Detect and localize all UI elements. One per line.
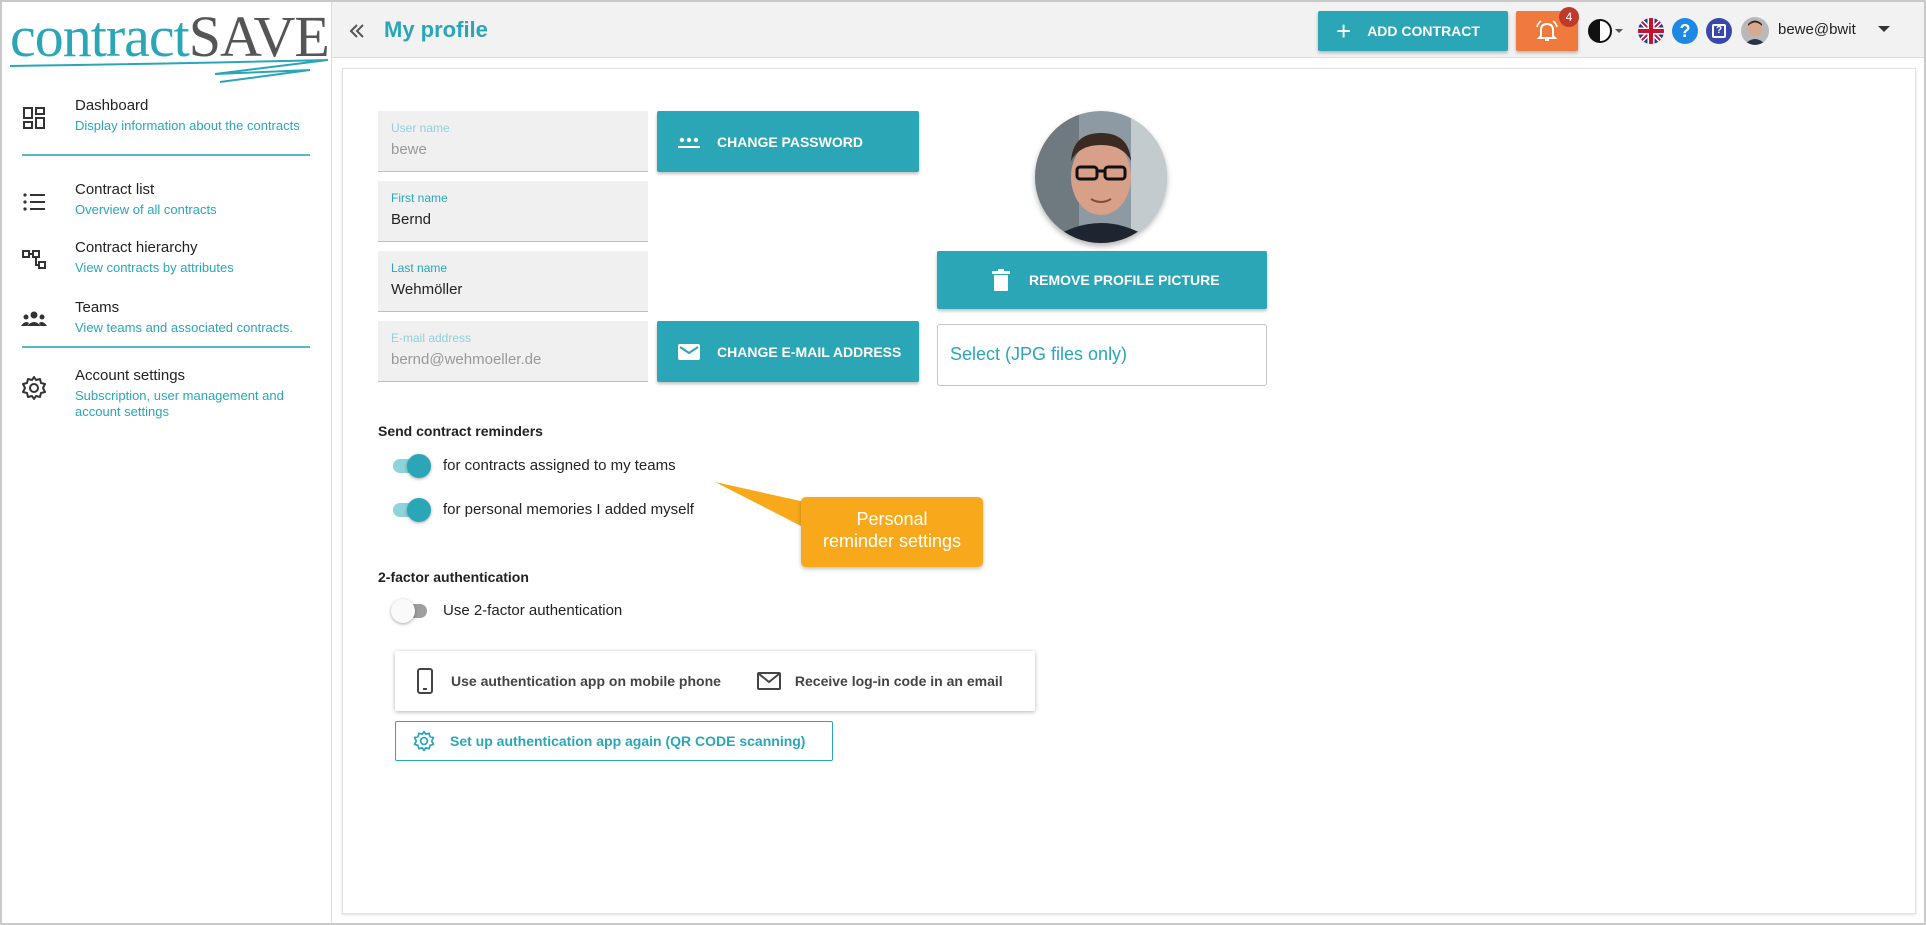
sidebar-item-sub: Display information about the contracts [75, 118, 300, 133]
email-label: E-mail address [391, 331, 472, 345]
reminders-title: Send contract reminders [378, 423, 543, 439]
plus-icon: + [1336, 16, 1352, 46]
lastname-field[interactable]: Last name Wehmöller [378, 251, 648, 312]
auth-option-email-label: Receive log-in code in an email [794, 673, 1003, 689]
callout-pointer [715, 482, 805, 527]
sidebar-item-sub: Subscription, user management and accoun… [75, 388, 284, 419]
reminder-teams-label: for contracts assigned to my teams [443, 456, 676, 474]
help-icon[interactable]: ? [1672, 18, 1698, 44]
personal-reminder-callout: Personal reminder settings [801, 497, 983, 567]
add-contract-button[interactable]: + ADD CONTRACT [1318, 11, 1508, 51]
page-title: My profile [384, 17, 488, 42]
uk-flag-icon[interactable] [1638, 18, 1664, 44]
sidebar-item-teams[interactable]: Teams View teams and associated contract… [2, 296, 332, 344]
logo-swoosh-icon [10, 59, 329, 83]
sidebar: contractSAVE Dashboard Display informati… [2, 2, 332, 923]
two-factor-toggle-row[interactable]: Use 2-factor authentication [391, 597, 622, 623]
firstname-label: First name [391, 191, 448, 205]
callout-line-1: Personal [856, 509, 928, 529]
nav-divider [22, 154, 310, 156]
sidebar-item-contract-list[interactable]: Contract list Overview of all contracts [2, 178, 332, 236]
reminder-personal-toggle[interactable] [391, 496, 431, 522]
username-field: User name bewe [378, 111, 648, 172]
sidebar-item-sub: View teams and associated contracts. [75, 320, 293, 335]
sidebar-item-account-settings[interactable]: Account settings Subscription, user mana… [2, 360, 332, 430]
nav-divider [22, 346, 310, 348]
auth-option-mobile-app[interactable]: Use authentication app on mobile phone [415, 668, 721, 694]
mobile-phone-icon [417, 668, 433, 694]
callout-line-2: reminder settings [822, 531, 962, 551]
sidebar-item-label: Teams [75, 299, 120, 316]
auth-option-email[interactable]: Receive log-in code in an email [756, 671, 1003, 691]
email-icon [756, 672, 781, 690]
sidebar-item-label: Dashboard [75, 97, 149, 114]
bell-icon [1536, 20, 1558, 41]
two-factor-toggle[interactable] [391, 597, 431, 623]
auth-option-mobile-label: Use authentication app on mobile phone [451, 673, 721, 689]
firstname-value: Bernd [391, 211, 432, 228]
profile-picture-file-select[interactable]: Select (JPG files only) [937, 324, 1267, 386]
sidebar-nav: Dashboard Display information about the … [2, 94, 332, 430]
top-bar: My profile + ADD CONTRACT 4 ? ? bewe@bwi… [332, 2, 1924, 58]
gear-icon [413, 730, 435, 752]
user-avatar[interactable] [1741, 17, 1769, 45]
email-envelope-icon [678, 343, 700, 360]
list-icon [23, 193, 45, 211]
reminder-teams-toggle-row[interactable]: for contracts assigned to my teams [391, 452, 676, 478]
collapse-sidebar-icon[interactable] [346, 20, 368, 42]
user-name[interactable]: bewe@bwit [1778, 21, 1856, 38]
sidebar-item-label: Account settings [75, 367, 186, 384]
change-email-button[interactable]: CHANGE E-MAIL ADDRESS [657, 321, 919, 382]
help-box-glyph: ? [1712, 24, 1726, 38]
auth-method-options: Use authentication app on mobile phone R… [395, 651, 1035, 711]
sidebar-item-label: Contract hierarchy [75, 239, 198, 256]
reminder-personal-toggle-row[interactable]: for personal memories I added myself [391, 496, 694, 522]
dashboard-icon [23, 107, 45, 129]
sidebar-item-label: Contract list [75, 181, 155, 198]
two-factor-label: Use 2-factor authentication [443, 601, 623, 619]
contrast-toggle-icon[interactable] [1587, 18, 1627, 44]
lastname-value: Wehmöller [391, 281, 463, 298]
change-email-label: CHANGE E-MAIL ADDRESS [717, 343, 902, 360]
profile-picture [1035, 111, 1167, 243]
add-contract-label: ADD CONTRACT [1367, 23, 1480, 39]
notification-count-badge: 4 [1559, 7, 1579, 27]
help-box-icon[interactable]: ? [1706, 18, 1732, 44]
email-value: bernd@wehmoeller.de [391, 351, 542, 368]
firstname-field[interactable]: First name Bernd [378, 181, 648, 242]
change-password-label: CHANGE PASSWORD [717, 133, 863, 150]
sidebar-item-contract-hierarchy[interactable]: Contract hierarchy View contracts by att… [2, 236, 332, 296]
hierarchy-icon [22, 250, 46, 269]
two-factor-title: 2-factor authentication [378, 569, 529, 585]
reminder-personal-label: for personal memories I added myself [443, 500, 694, 518]
sidebar-item-sub: View contracts by attributes [75, 260, 234, 275]
username-label: User name [391, 121, 450, 135]
gear-icon [22, 376, 46, 400]
setup-auth-app-again-button[interactable]: Set up authentication app again (QR CODE… [395, 721, 833, 761]
password-dots-icon [678, 137, 700, 148]
teams-icon [21, 311, 47, 326]
user-menu-caret-icon[interactable] [1878, 26, 1890, 32]
profile-card: User name bewe First name Bernd Last nam… [342, 68, 1916, 914]
change-password-button[interactable]: CHANGE PASSWORD [657, 111, 919, 172]
remove-profile-picture-button[interactable]: REMOVE PROFILE PICTURE [937, 251, 1267, 309]
contractsave-logo[interactable]: contractSAVE [10, 6, 330, 84]
email-field: E-mail address bernd@wehmoeller.de [378, 321, 648, 382]
setup-auth-app-again-label: Set up authentication app again (QR CODE… [450, 733, 806, 749]
lastname-label: Last name [391, 261, 448, 275]
username-value: bewe [391, 141, 427, 158]
sidebar-item-sub: Overview of all contracts [75, 202, 217, 217]
reminder-teams-toggle[interactable] [391, 452, 431, 478]
trash-icon [992, 269, 1010, 291]
sidebar-item-dashboard[interactable]: Dashboard Display information about the … [2, 94, 332, 154]
remove-profile-picture-label: REMOVE PROFILE PICTURE [1029, 272, 1220, 288]
